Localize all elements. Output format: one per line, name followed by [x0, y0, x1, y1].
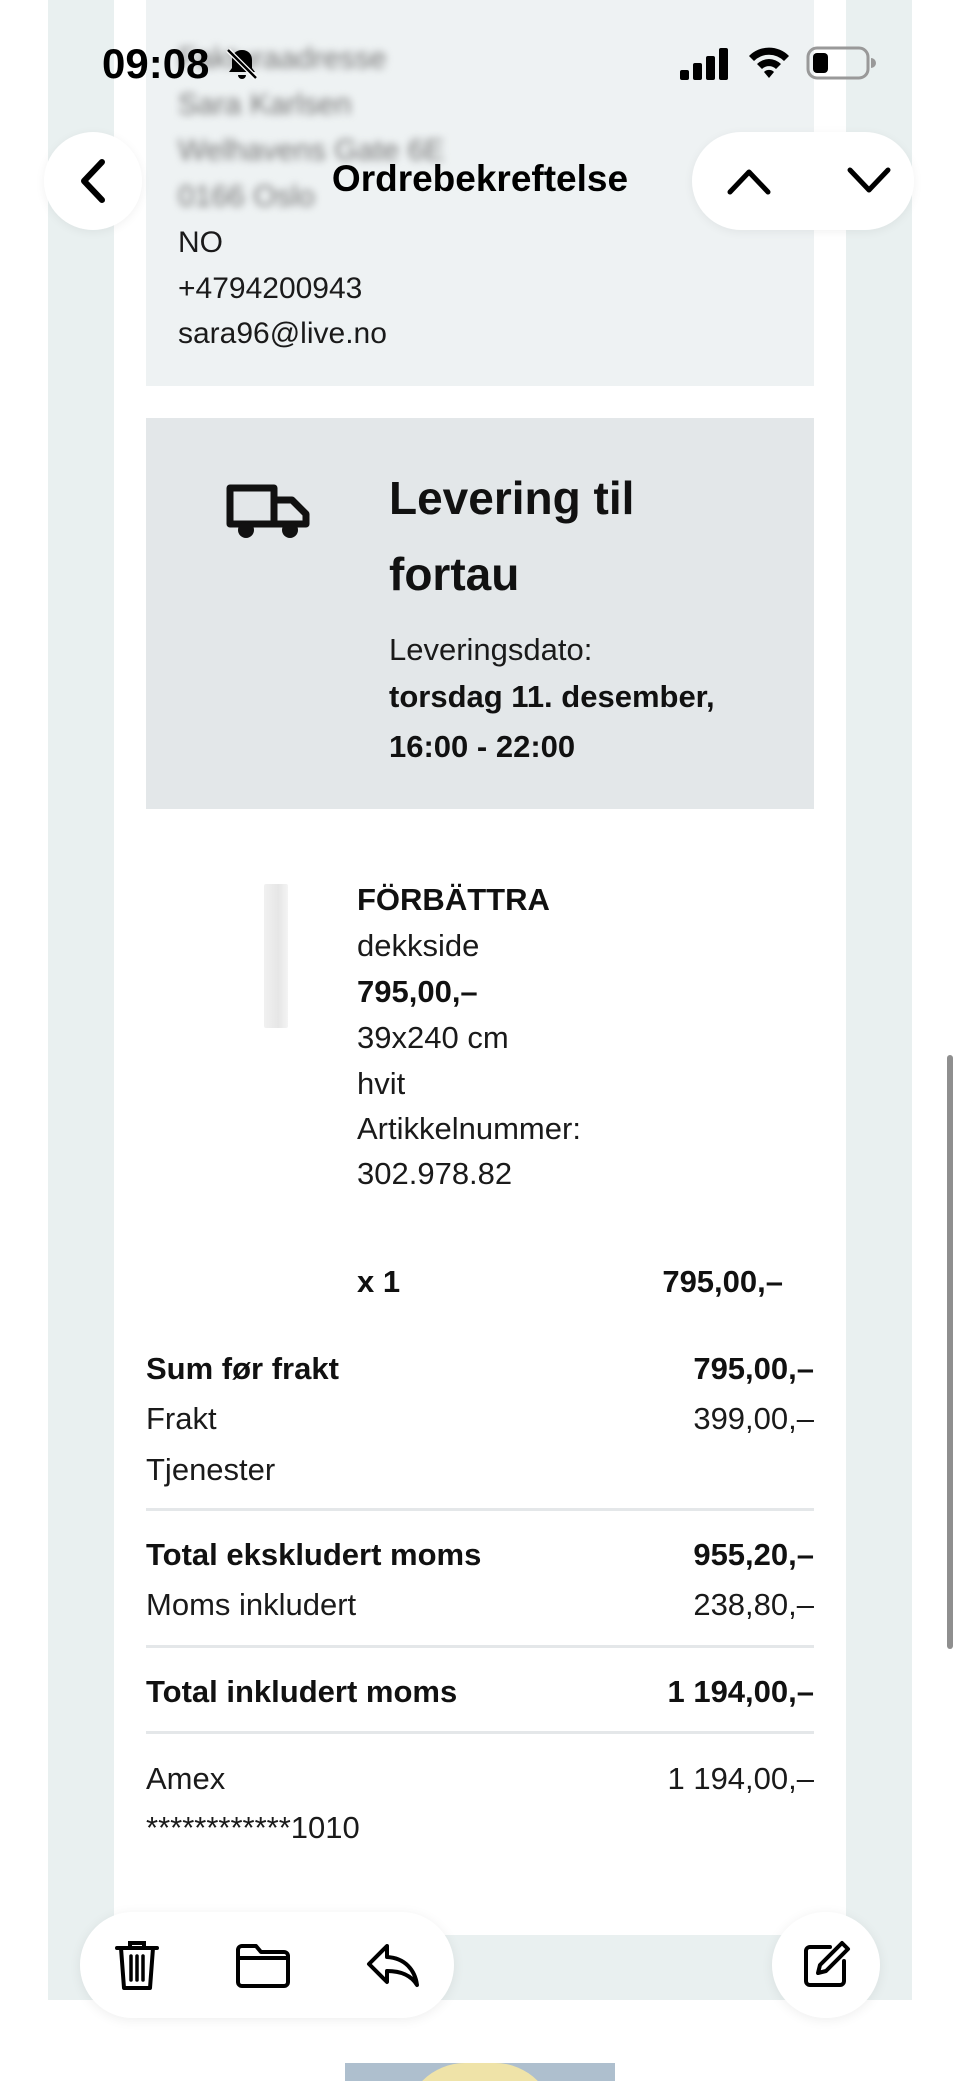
chevron-up-icon [727, 169, 771, 195]
subtotal-label: Sum før frakt [146, 1351, 339, 1386]
delete-button[interactable] [104, 1932, 170, 1998]
product-name[interactable]: FÖRBÄTTRA [357, 882, 550, 918]
payment-method: Amex [146, 1761, 226, 1796]
compose-button[interactable] [772, 1912, 880, 2018]
status-time: 09:08 [102, 40, 210, 87]
payment-row: Amex 1 194,00,– [146, 1761, 814, 1797]
total-inc-vat-value: 1 194,00,– [667, 1674, 814, 1709]
vat-value: 238,80,– [693, 1587, 814, 1622]
bell-slash-icon [226, 48, 258, 80]
card-row: ************1010 [146, 1810, 814, 1846]
shipping-label: Frakt [146, 1401, 217, 1436]
wifi-icon [749, 47, 789, 78]
payment-value: 1 194,00,– [667, 1761, 814, 1796]
mail-toolbar [80, 1912, 454, 2018]
product-color: hvit [357, 1066, 406, 1101]
address-postal: 0166 Oslo [178, 180, 315, 213]
scrollbar[interactable] [947, 1055, 953, 1649]
move-to-folder-button[interactable] [230, 1932, 296, 1998]
vat-row: Moms inkludert 238,80,– [146, 1587, 814, 1623]
folder-icon [236, 1944, 290, 1988]
article-number-label: Artikkelnummer: [357, 1111, 581, 1146]
total-ex-vat-row: Total ekskludert moms 955,20,– [146, 1537, 814, 1573]
compose-icon [804, 1941, 850, 1987]
trash-icon [115, 1941, 159, 1990]
page-title: Ordrebekreftelse [331, 158, 629, 199]
previous-message-button[interactable] [720, 152, 778, 210]
delivery-date-label: Leveringsdato: [389, 632, 593, 667]
total-ex-vat-label: Total ekskludert moms [146, 1537, 482, 1572]
address-country: NO [178, 226, 223, 259]
back-button[interactable] [44, 132, 142, 230]
chevron-left-icon [81, 159, 105, 203]
subtotal-value: 795,00,– [693, 1351, 814, 1386]
reply-button[interactable] [360, 1932, 426, 1998]
delivery-date-value: torsdag 11. desember, 16:00 - 22:00 [389, 679, 715, 764]
total-inc-vat-label: Total inkludert moms [146, 1674, 458, 1709]
divider [146, 1645, 814, 1648]
total-ex-vat-value: 955,20,– [693, 1537, 814, 1572]
delivery-truck-icon [226, 484, 310, 538]
article-number: 302.978.82 [357, 1156, 513, 1191]
sun-graphic [405, 2063, 555, 2081]
email-image [345, 2063, 615, 2081]
divider [146, 1731, 814, 1734]
address-name: Sara Karlsen [178, 88, 352, 121]
address-email[interactable]: sara96@live.no [178, 317, 387, 351]
product-image[interactable] [264, 884, 288, 1028]
services-label: Tjenester [146, 1452, 276, 1487]
address-phone[interactable]: +4794200943 [178, 272, 362, 306]
battery-icon [806, 46, 876, 80]
services-row: Tjenester [146, 1452, 814, 1488]
total-inc-vat-row: Total inkludert moms 1 194,00,– [146, 1674, 814, 1710]
chevron-down-icon [847, 167, 891, 193]
product-price: 795,00,– [357, 974, 478, 1009]
next-message-button[interactable] [840, 152, 898, 210]
product-line-total: 795,00,– [662, 1264, 783, 1299]
divider [146, 1508, 814, 1511]
product-size: 39x240 cm [357, 1020, 509, 1055]
reply-icon [367, 1944, 419, 1987]
product-type: dekkside [357, 928, 480, 963]
message-navigation [692, 132, 914, 230]
product-quantity: x 1 [357, 1264, 401, 1299]
delivery-title: Levering til fortau [389, 472, 635, 600]
card-number: ************1010 [146, 1810, 360, 1845]
subtotal-row: Sum før frakt 795,00,– [146, 1351, 814, 1387]
shipping-row: Frakt 399,00,– [146, 1401, 814, 1437]
shipping-value: 399,00,– [693, 1401, 814, 1436]
cellular-signal-icon [680, 48, 728, 80]
vat-label: Moms inkludert [146, 1587, 357, 1622]
